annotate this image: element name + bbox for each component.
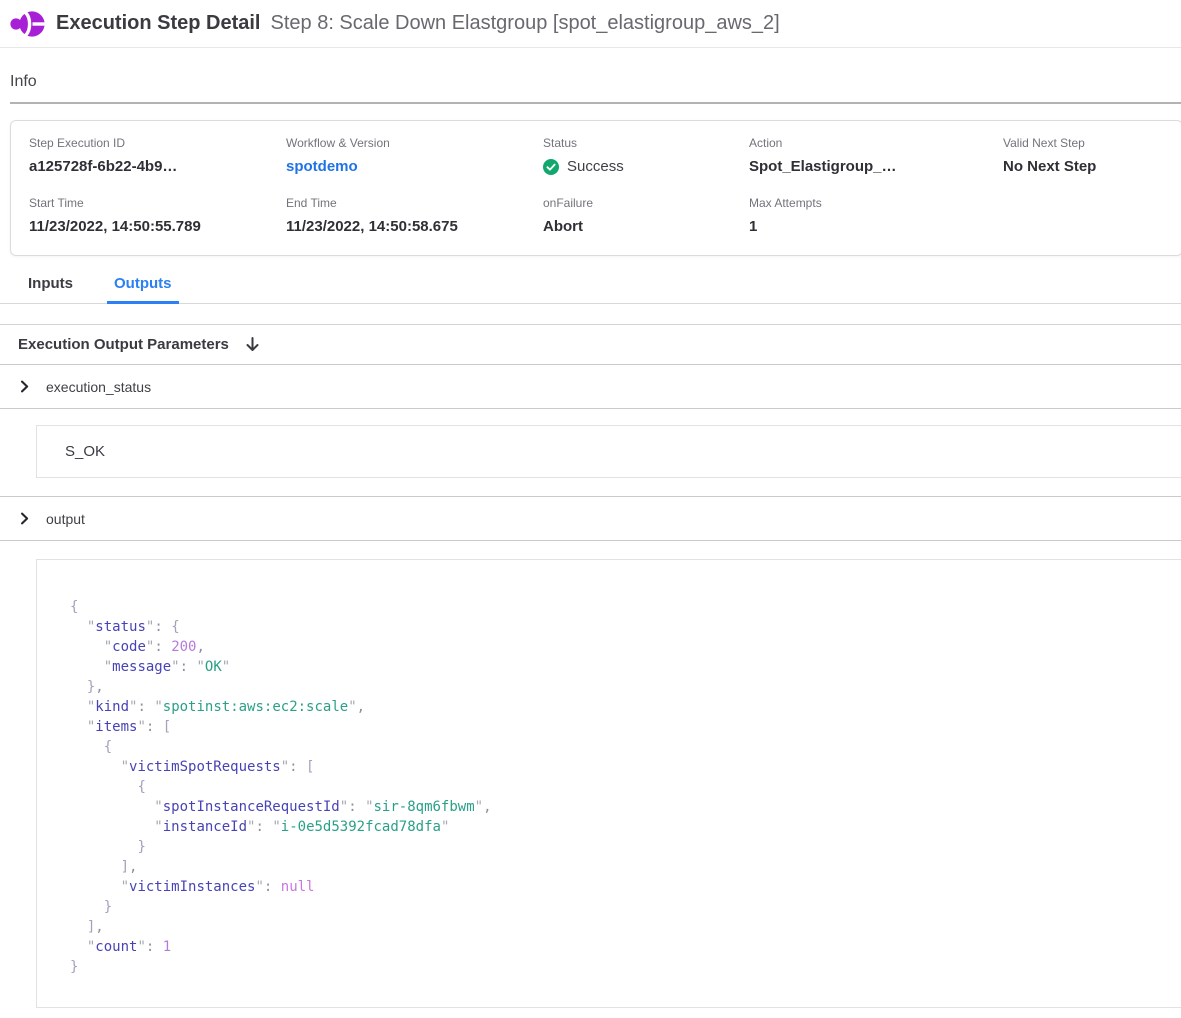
tab-inputs[interactable]: Inputs — [28, 275, 73, 303]
download-icon[interactable] — [244, 336, 261, 353]
field-end-time: End Time 11/23/2022, 14:50:58.675 — [286, 196, 543, 235]
success-check-icon — [543, 159, 559, 175]
output-json-code: { "status": { "code": 200, "message": "O… — [70, 597, 1162, 977]
app-header: Execution Step Detail Step 8: Scale Down… — [0, 0, 1181, 48]
execution-status-panel: S_OK — [0, 425, 1181, 497]
field-start-time: Start Time 11/23/2022, 14:50:55.789 — [29, 196, 286, 235]
output-parameters-title: Execution Output Parameters — [18, 336, 229, 353]
field-label: Action — [749, 136, 1003, 150]
field-value: 11/23/2022, 14:50:55.789 — [29, 218, 286, 235]
field-label: Step Execution ID — [29, 136, 286, 150]
info-divider — [10, 102, 1181, 104]
info-heading: Info — [10, 73, 1181, 91]
tab-bar: Inputs Outputs — [0, 275, 1181, 304]
field-label: Valid Next Step — [1003, 136, 1181, 150]
chevron-right-icon — [18, 380, 31, 393]
page-title: Execution Step Detail — [56, 12, 261, 35]
execution-status-value: S_OK — [36, 425, 1181, 478]
workflow-link[interactable]: spotdemo — [286, 158, 543, 175]
field-label: Start Time — [29, 196, 286, 210]
spot-logo-icon — [10, 8, 46, 40]
field-label: onFailure — [543, 196, 749, 210]
accordion-execution-status[interactable]: execution_status — [0, 365, 1181, 409]
field-value: Spot_Elastigroup_… — [749, 158, 1003, 175]
field-label: Status — [543, 136, 749, 150]
field-label: End Time — [286, 196, 543, 210]
field-value: 1 — [749, 218, 1003, 235]
field-value: Abort — [543, 218, 749, 235]
field-value: 11/23/2022, 14:50:58.675 — [286, 218, 543, 235]
status-text: Success — [567, 158, 624, 175]
field-status: Status Success — [543, 136, 749, 175]
field-valid-next-step: Valid Next Step No Next Step — [1003, 136, 1181, 175]
tab-outputs[interactable]: Outputs — [107, 275, 179, 304]
info-card: Step Execution ID a125728f-6b22-4b9… Wor… — [10, 120, 1181, 256]
field-value: a125728f-6b22-4b9… — [29, 158, 286, 175]
field-label: Max Attempts — [749, 196, 1003, 210]
output-parameters-header: Execution Output Parameters — [0, 324, 1181, 365]
page-subtitle: Step 8: Scale Down Elastgroup [spot_elas… — [271, 12, 780, 35]
chevron-right-icon — [18, 512, 31, 525]
output-json-panel: { "status": { "code": 200, "message": "O… — [36, 559, 1181, 1008]
field-label: Workflow & Version — [286, 136, 543, 150]
field-max-attempts: Max Attempts 1 — [749, 196, 1003, 235]
field-value: No Next Step — [1003, 158, 1181, 175]
status-badge: Success — [543, 158, 749, 175]
accordion-output[interactable]: output — [0, 497, 1181, 541]
accordion-label: execution_status — [46, 379, 151, 395]
field-workflow-version: Workflow & Version spotdemo — [286, 136, 543, 175]
field-onfailure: onFailure Abort — [543, 196, 749, 235]
accordion-label: output — [46, 511, 85, 527]
field-action: Action Spot_Elastigroup_… — [749, 136, 1003, 175]
field-step-execution-id: Step Execution ID a125728f-6b22-4b9… — [29, 136, 286, 175]
